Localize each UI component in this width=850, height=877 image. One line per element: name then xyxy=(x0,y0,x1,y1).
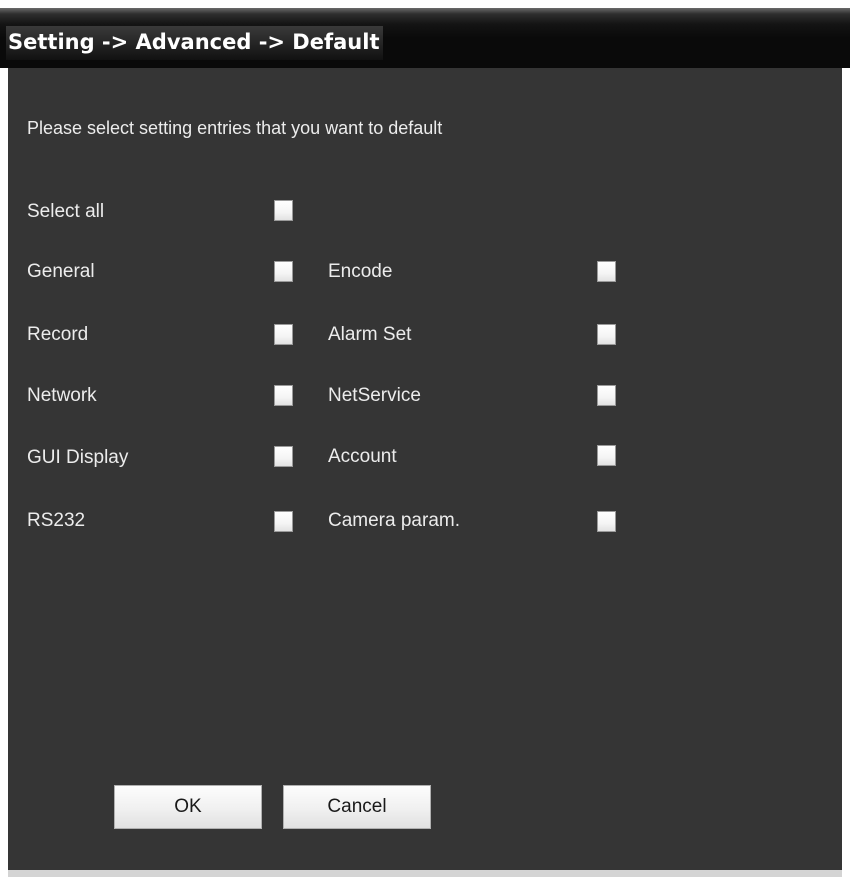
camera-param-label: Camera param. xyxy=(328,510,460,531)
account-label: Account xyxy=(328,446,397,467)
gui-display-checkbox[interactable] xyxy=(274,446,293,467)
gui-display-label: GUI Display xyxy=(27,447,129,468)
window-bottom-edge xyxy=(8,870,842,877)
instruction-text: Please select setting entries that you w… xyxy=(27,118,443,138)
account-checkbox[interactable] xyxy=(597,445,616,466)
network-checkbox[interactable] xyxy=(274,385,293,406)
encode-label: Encode xyxy=(328,261,393,282)
default-settings-panel: Please select setting entries that you w… xyxy=(8,68,842,870)
cancel-button[interactable]: Cancel xyxy=(283,785,431,829)
camera-param-checkbox[interactable] xyxy=(597,511,616,532)
netservice-checkbox[interactable] xyxy=(597,385,616,406)
record-label: Record xyxy=(27,324,89,345)
alarm-set-checkbox[interactable] xyxy=(597,324,616,345)
select-all-label: Select all xyxy=(27,201,105,222)
title-bar: Setting -> Advanced -> Default xyxy=(0,8,850,68)
ok-button[interactable]: OK xyxy=(114,785,262,829)
encode-checkbox[interactable] xyxy=(597,261,616,282)
network-label: Network xyxy=(27,385,97,406)
alarm-set-label: Alarm Set xyxy=(328,324,412,345)
window-title: Setting -> Advanced -> Default xyxy=(6,26,384,60)
netservice-label: NetService xyxy=(328,385,421,406)
record-checkbox[interactable] xyxy=(274,324,293,345)
rs232-label: RS232 xyxy=(27,510,86,531)
rs232-checkbox[interactable] xyxy=(274,511,293,532)
general-label: General xyxy=(27,261,95,282)
default-settings-window: Setting -> Advanced -> Default Please se… xyxy=(0,0,850,877)
select-all-checkbox[interactable] xyxy=(274,200,293,221)
general-checkbox[interactable] xyxy=(274,261,293,282)
